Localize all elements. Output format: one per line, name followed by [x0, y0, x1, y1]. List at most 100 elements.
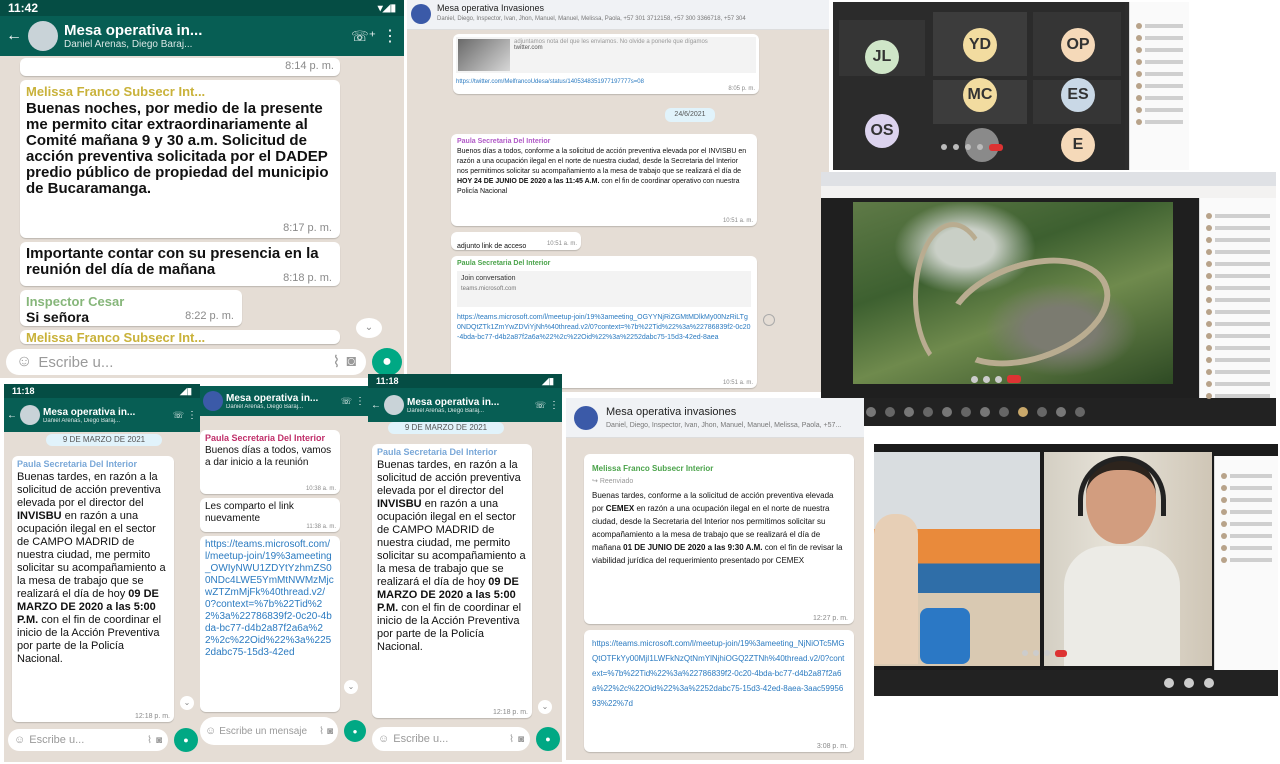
attach-icon[interactable]: ⌇ — [147, 735, 152, 746]
participant-row[interactable] — [1206, 344, 1270, 352]
add-call-icon[interactable]: ☏⁺ — [351, 28, 376, 45]
hangup-button[interactable] — [1055, 649, 1067, 657]
participant-row[interactable] — [1206, 380, 1270, 388]
attach-icon[interactable]: ⌇ — [319, 726, 324, 737]
taskbar-app-icon[interactable] — [1184, 678, 1194, 688]
emoji-react-icon[interactable] — [763, 314, 775, 326]
menu-dots-icon[interactable]: ⋮ — [382, 26, 398, 46]
emoji-icon[interactable]: ☺ — [205, 725, 216, 737]
mic-button[interactable]: ● — [536, 727, 560, 751]
mic-button[interactable]: ● — [174, 728, 198, 752]
participant-row[interactable] — [1206, 248, 1270, 256]
taskbar-app-icon[interactable] — [904, 407, 914, 417]
participant-row[interactable] — [1136, 34, 1183, 42]
participant-row[interactable] — [1136, 22, 1183, 30]
add-call-icon[interactable]: ☏ — [173, 410, 184, 421]
emoji-icon[interactable]: ☺ — [14, 734, 25, 746]
participant-row[interactable] — [1136, 118, 1183, 126]
camera-icon[interactable]: ◙ — [327, 726, 333, 737]
camera-icon[interactable]: ◙ — [156, 735, 162, 746]
group-avatar[interactable] — [203, 391, 223, 411]
back-arrow-icon[interactable]: ← — [371, 400, 381, 411]
taskbar-app-icon[interactable] — [923, 407, 933, 417]
taskbar-app-icon[interactable] — [980, 407, 990, 417]
share-icon[interactable] — [1044, 650, 1050, 656]
camera-icon[interactable]: ◙ — [518, 734, 524, 745]
group-avatar[interactable] — [20, 405, 40, 425]
chat-title[interactable]: Mesa operativa invasiones — [606, 406, 736, 418]
participant-row[interactable] — [1206, 284, 1270, 292]
group-avatar[interactable] — [411, 4, 431, 24]
participant-row[interactable] — [1206, 392, 1270, 400]
taskbar-app-icon[interactable] — [885, 407, 895, 417]
emoji-icon[interactable]: ☺ — [16, 353, 32, 371]
menu-dots-icon[interactable]: ⋮ — [355, 396, 365, 407]
taskbar-app-icon[interactable] — [1075, 407, 1085, 417]
chat-row[interactable] — [1221, 496, 1272, 504]
chat-row[interactable] — [1221, 508, 1272, 516]
message-link[interactable]: https://teams.microsoft.com/l/meetup-joi… — [592, 636, 846, 711]
participant-row[interactable] — [1136, 58, 1183, 66]
participant-row[interactable] — [1206, 368, 1270, 376]
shared-video[interactable] — [853, 202, 1173, 386]
group-avatar[interactable] — [574, 406, 598, 430]
chat-row[interactable] — [1221, 472, 1272, 480]
taskbar-app-icon[interactable] — [1018, 407, 1028, 417]
chat-row[interactable] — [1221, 532, 1272, 540]
mic-button[interactable]: ● — [344, 720, 366, 742]
participant-row[interactable] — [1206, 224, 1270, 232]
taskbar-app-icon[interactable] — [866, 407, 876, 417]
forward-button[interactable]: ⌄ — [180, 696, 194, 710]
camera-toggle-icon[interactable] — [941, 144, 947, 150]
mic-button[interactable]: ● — [372, 348, 402, 376]
add-call-icon[interactable]: ☏ — [535, 400, 546, 411]
taskbar-app-icon[interactable] — [1056, 407, 1066, 417]
participant-row[interactable] — [1206, 308, 1270, 316]
emoji-icon[interactable]: ☺ — [378, 733, 389, 745]
taskbar-app-icon[interactable] — [999, 407, 1009, 417]
add-call-icon[interactable]: ☏ — [341, 396, 352, 407]
participant-row[interactable] — [1206, 236, 1270, 244]
chat-title[interactable]: Mesa operativa in... — [64, 22, 345, 39]
attach-icon[interactable]: ⌇ — [509, 734, 514, 745]
forward-button[interactable]: ⌄ — [538, 700, 552, 714]
scroll-down-button[interactable]: ⌄ — [356, 318, 382, 338]
group-avatar[interactable] — [384, 395, 404, 415]
participant-video-right[interactable] — [1044, 452, 1212, 666]
participant-row[interactable] — [1206, 356, 1270, 364]
participant-row[interactable] — [1206, 296, 1270, 304]
chat-row[interactable] — [1221, 544, 1272, 552]
participant-row[interactable] — [1206, 260, 1270, 268]
join-card[interactable]: Join conversation teams.microsoft.com — [457, 271, 751, 307]
taskbar-app-icon[interactable] — [1204, 678, 1214, 688]
attach-icon[interactable]: ⌇ — [333, 352, 341, 372]
message-link[interactable]: https://twitter.com/MelfrancoUdesa/statu… — [456, 79, 756, 85]
message-input[interactable]: ☺ Escribe u... ⌇ ◙ — [6, 349, 366, 375]
taskbar-app-icon[interactable] — [961, 407, 971, 417]
chat-title[interactable]: Mesa operativa in... — [43, 407, 170, 418]
camera-icon[interactable]: ◙ — [346, 353, 356, 371]
message-input[interactable]: ☺ Escribe u... ⌇ ◙ — [8, 729, 168, 751]
forward-button[interactable]: ⌄ — [344, 680, 358, 694]
message-link[interactable]: https://teams.microsoft.com/l/meetup-joi… — [457, 313, 751, 343]
participant-row[interactable] — [1206, 272, 1270, 280]
menu-dots-icon[interactable]: ⋮ — [187, 410, 197, 421]
participant-row[interactable] — [1136, 82, 1183, 90]
share-icon[interactable] — [965, 144, 971, 150]
back-arrow-icon[interactable]: ← — [7, 410, 17, 421]
message-link[interactable]: https://teams.microsoft.com/l/meetup-joi… — [205, 539, 335, 659]
message-input[interactable]: ☺ Escribe u... ⌇ ◙ — [372, 727, 530, 751]
chat-row[interactable] — [1221, 520, 1272, 528]
hangup-button[interactable] — [1007, 375, 1021, 383]
participant-row[interactable] — [1206, 320, 1270, 328]
chat-title[interactable]: Mesa operativa Invasiones — [437, 3, 544, 13]
chat-row[interactable] — [1221, 556, 1272, 564]
group-avatar[interactable] — [28, 21, 58, 51]
camera-toggle-icon[interactable] — [1022, 650, 1028, 656]
share-icon[interactable] — [995, 375, 1002, 383]
participant-row[interactable] — [1136, 46, 1183, 54]
back-arrow-icon[interactable]: ← — [6, 27, 22, 45]
chat-title[interactable]: Mesa operativa in... — [407, 397, 532, 408]
camera-toggle-icon[interactable] — [971, 375, 978, 383]
preview-card[interactable]: adjuntamos nota del que les enviamos. No… — [456, 37, 756, 73]
